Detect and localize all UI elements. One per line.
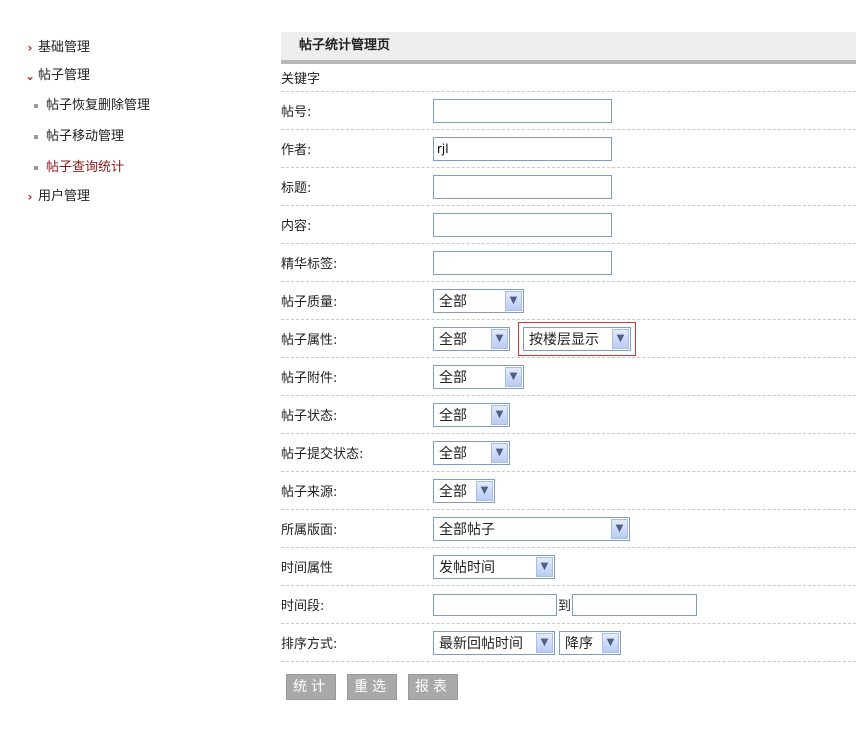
field-label: 精华标签:	[281, 257, 338, 272]
select-value: 发帖时间	[439, 559, 495, 576]
sidebar-item-users[interactable]: › 用户管理	[24, 183, 264, 211]
chevron-down-icon: ▼	[505, 366, 522, 387]
chevron-down-icon: ▼	[536, 556, 553, 577]
form-row-time-attr: 时间属性 发帖时间 ▼	[281, 548, 856, 586]
field-label: 内容:	[281, 219, 312, 234]
time-to-input[interactable]	[572, 593, 698, 616]
form-row-attachment: 帖子附件: 全部 ▼	[281, 358, 856, 396]
field-label: 作者:	[281, 143, 312, 158]
button-bar: 统计 重选 报表	[286, 674, 856, 700]
bullet-icon	[34, 134, 38, 139]
author-input[interactable]	[433, 136, 612, 161]
field-label: 所属版面:	[281, 523, 338, 538]
select-value: 最新回帖时间	[439, 635, 523, 652]
field-label: 帖子属性:	[281, 333, 338, 348]
field-label: 标题:	[281, 181, 312, 196]
source-select[interactable]: 全部 ▼	[433, 478, 495, 503]
chevron-down-icon: ▼	[491, 328, 508, 349]
select-value: 全部	[439, 331, 467, 348]
form-row-author: 作者:	[281, 130, 856, 168]
sidebar-item-label: 帖子恢复删除管理	[46, 97, 151, 113]
sort-order-select[interactable]: 降序 ▼	[559, 630, 621, 655]
chevron-right-icon: ›	[27, 190, 33, 204]
form-row-status: 帖子状态: 全部 ▼	[281, 396, 856, 434]
chevron-right-icon: ›	[27, 41, 33, 55]
field-label: 帖号:	[281, 105, 312, 120]
status-select[interactable]: 全部 ▼	[433, 402, 510, 427]
floor-display-select[interactable]: 按楼层显示 ▼	[523, 326, 631, 351]
select-value: 全部	[439, 483, 467, 500]
content-input[interactable]	[433, 212, 612, 237]
chevron-down-icon: ⌄	[24, 69, 36, 83]
title-input[interactable]	[433, 174, 612, 199]
board-select[interactable]: 全部帖子 ▼	[433, 516, 630, 541]
field-label: 帖子质量:	[281, 295, 338, 310]
sidebar-item-restore[interactable]: 帖子恢复删除管理	[24, 90, 264, 121]
form-row-attr: 帖子属性: 全部 ▼ 按楼层显示 ▼	[281, 320, 856, 358]
sidebar-item-query[interactable]: 帖子查询统计	[24, 152, 264, 183]
sidebar-item-label: 基础管理	[38, 40, 91, 55]
chevron-down-icon: ▼	[536, 632, 553, 653]
form-row-tag: 精华标签:	[281, 244, 856, 282]
select-value: 全部	[439, 369, 467, 386]
field-label: 帖子来源:	[281, 485, 338, 500]
sidebar-item-label: 帖子移动管理	[46, 128, 125, 144]
form-row-quality: 帖子质量: 全部 ▼	[281, 282, 856, 320]
select-value: 全部	[439, 293, 467, 310]
form-row-post-no: 帖号:	[281, 92, 856, 130]
field-label: 时间属性	[281, 561, 334, 576]
sidebar-item-basic[interactable]: › 基础管理	[24, 34, 264, 62]
quality-select[interactable]: 全部 ▼	[433, 288, 524, 313]
section-label: 关键字	[281, 72, 321, 87]
sidebar-item-label: 帖子查询统计	[46, 159, 125, 175]
sidebar-item-label: 用户管理	[38, 189, 91, 204]
sort-field-select[interactable]: 最新回帖时间 ▼	[433, 630, 555, 655]
select-value: 降序	[565, 635, 593, 652]
stat-button[interactable]: 统计	[286, 674, 336, 700]
tag-input[interactable]	[433, 250, 612, 275]
attachment-select[interactable]: 全部 ▼	[433, 364, 524, 389]
post-no-input[interactable]	[433, 98, 612, 123]
reset-button[interactable]: 重选	[347, 674, 397, 700]
chevron-down-icon: ▼	[602, 632, 619, 653]
sidebar-item-label: 帖子管理	[38, 68, 91, 83]
form-row-time-range: 时间段: 到	[281, 586, 856, 624]
select-value: 全部	[439, 445, 467, 462]
form-row-title: 标题:	[281, 168, 856, 206]
select-value: 全部帖子	[439, 521, 495, 538]
form-row-sort: 排序方式: 最新回帖时间 ▼ 降序 ▼	[281, 624, 856, 662]
sidebar-item-move[interactable]: 帖子移动管理	[24, 121, 264, 152]
field-label: 时间段:	[281, 599, 325, 614]
form-row-submit-status: 帖子提交状态: 全部 ▼	[281, 434, 856, 472]
range-separator: 到	[558, 599, 572, 614]
report-button[interactable]: 报表	[408, 674, 458, 700]
field-label: 帖子状态:	[281, 409, 338, 424]
attr-select[interactable]: 全部 ▼	[433, 326, 510, 351]
chevron-down-icon: ▼	[491, 442, 508, 463]
highlight-box: 按楼层显示 ▼	[518, 321, 636, 356]
main-content: 帖子统计管理页 关键字 帖号: 作者: 标题: 内容: 精华标签: 帖子质量: …	[281, 32, 856, 700]
sidebar-item-posts[interactable]: ⌄ 帖子管理	[24, 62, 264, 90]
bullet-icon	[34, 165, 38, 170]
form-row-board: 所属版面: 全部帖子 ▼	[281, 510, 856, 548]
chevron-down-icon: ▼	[612, 328, 629, 349]
chevron-down-icon: ▼	[476, 480, 493, 501]
field-label: 排序方式:	[281, 637, 338, 652]
chevron-down-icon: ▼	[505, 290, 522, 311]
field-label: 帖子附件:	[281, 371, 338, 386]
form-row-content: 内容:	[281, 206, 856, 244]
chevron-down-icon: ▼	[491, 404, 508, 425]
select-value: 全部	[439, 407, 467, 424]
field-label: 帖子提交状态:	[281, 447, 364, 462]
bullet-icon	[34, 103, 38, 108]
submit-status-select[interactable]: 全部 ▼	[433, 440, 510, 465]
form-row-keyword: 关键字	[281, 64, 856, 92]
chevron-down-icon: ▼	[611, 518, 628, 539]
form-row-source: 帖子来源: 全部 ▼	[281, 472, 856, 510]
select-value: 按楼层显示	[529, 331, 599, 348]
page-title: 帖子统计管理页	[281, 32, 856, 64]
time-attr-select[interactable]: 发帖时间 ▼	[433, 554, 555, 579]
sidebar: › 基础管理 ⌄ 帖子管理 帖子恢复删除管理 帖子移动管理 帖子查询统计 › 用…	[24, 34, 264, 211]
time-from-input[interactable]	[433, 593, 557, 616]
